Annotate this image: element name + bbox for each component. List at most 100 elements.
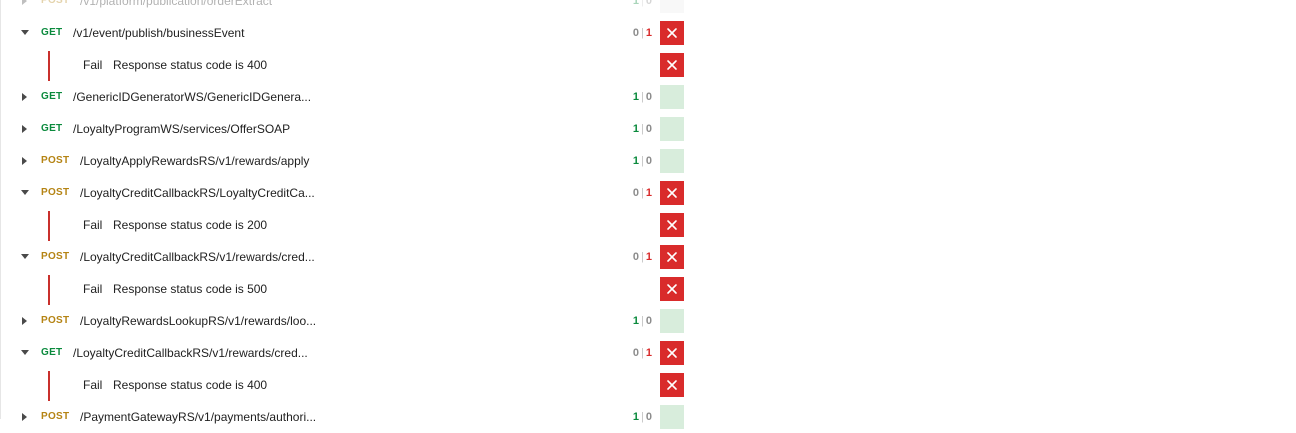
count-separator: | — [641, 251, 644, 263]
request-results-list: POST/v1/platform/publication/orderExtrac… — [0, 0, 690, 433]
fail-count: 0 — [645, 91, 652, 103]
chevron-down-icon[interactable] — [20, 348, 30, 358]
chevron-right-icon[interactable] — [20, 124, 30, 134]
test-counts: 0 | 1 — [633, 250, 652, 264]
count-separator: | — [641, 411, 644, 423]
request-method: GET — [41, 27, 63, 38]
close-icon — [666, 187, 678, 199]
request-path[interactable]: /LoyaltyCreditCallbackRS/v1/rewards/cred… — [80, 249, 315, 265]
fail-status-indicator — [660, 277, 684, 301]
request-path[interactable]: /LoyaltyCreditCallbackRS/LoyaltyCreditCa… — [80, 185, 315, 201]
request-path[interactable]: /PaymentGatewayRS/v1/payments/authori... — [80, 409, 316, 425]
chevron-right-icon[interactable] — [20, 412, 30, 422]
test-counts: 1 | 0 — [633, 90, 652, 104]
request-method: POST — [41, 187, 70, 198]
fail-count: 0 — [645, 315, 652, 327]
pass-count: 0 — [632, 347, 640, 359]
assertion-message: Response status code is 500 — [113, 282, 268, 296]
pass-count: 0 — [632, 251, 640, 263]
request-path[interactable]: /LoyaltyApplyRewardsRS/v1/rewards/apply — [80, 153, 309, 169]
fail-count: 0 — [645, 0, 652, 7]
fail-count: 0 — [645, 123, 652, 135]
request-method: GET — [41, 123, 63, 134]
chevron-right-icon[interactable] — [20, 156, 30, 166]
count-separator: | — [641, 315, 644, 327]
test-counts: 0 | 1 — [633, 26, 652, 40]
assertion-status-label: Fail — [83, 378, 103, 392]
assertion-message: Response status code is 400 — [113, 58, 268, 72]
count-separator: | — [641, 155, 644, 167]
request-path[interactable]: /LoyaltyProgramWS/services/OfferSOAP — [73, 121, 290, 137]
pass-count: 1 — [632, 315, 640, 327]
close-icon — [666, 283, 678, 295]
assertion-status-label: Fail — [83, 282, 103, 296]
fail-status-indicator — [660, 373, 684, 397]
test-counts: 1 | 0 — [633, 0, 652, 8]
request-path[interactable]: /GenericIDGeneratorWS/GenericIDGenera... — [73, 89, 311, 105]
fail-count: 1 — [645, 187, 652, 199]
request-method: GET — [41, 347, 63, 358]
close-icon — [666, 27, 678, 39]
request-row[interactable]: POST/LoyaltyApplyRewardsRS/v1/rewards/ap… — [0, 145, 690, 177]
request-path[interactable]: /LoyaltyRewardsLookupRS/v1/rewards/loo..… — [80, 313, 316, 329]
pass-count: 1 — [632, 0, 640, 7]
fail-count: 1 — [645, 347, 652, 359]
request-row[interactable]: POST/LoyaltyCreditCallbackRS/LoyaltyCred… — [0, 177, 690, 209]
fail-indicator-bar — [48, 211, 50, 241]
request-row[interactable]: GET/v1/event/publish/businessEvent 0 | 1 — [0, 17, 690, 49]
request-row[interactable]: POST/v1/platform/publication/orderExtrac… — [0, 0, 690, 17]
close-icon — [666, 59, 678, 71]
fail-indicator-bar — [48, 371, 50, 401]
request-method: POST — [41, 411, 70, 422]
pass-status-indicator — [660, 149, 684, 173]
test-counts: 1 | 0 — [633, 314, 652, 328]
pass-status-indicator — [660, 117, 684, 141]
count-separator: | — [641, 123, 644, 135]
fail-count: 0 — [645, 411, 652, 423]
pass-count: 1 — [632, 411, 640, 423]
count-separator: | — [641, 347, 644, 359]
close-icon — [666, 379, 678, 391]
assertion-status-label: Fail — [83, 218, 103, 232]
assertion-row: Fail Response status code is 400 — [0, 369, 690, 401]
assertion-row: Fail Response status code is 500 — [0, 273, 690, 305]
chevron-right-icon[interactable] — [20, 316, 30, 326]
request-row[interactable]: POST/LoyaltyCreditCallbackRS/v1/rewards/… — [0, 241, 690, 273]
test-counts: 1 | 0 — [633, 410, 652, 424]
request-row[interactable]: GET/LoyaltyCreditCallbackRS/v1/rewards/c… — [0, 337, 690, 369]
close-icon — [666, 251, 678, 263]
count-separator: | — [641, 27, 644, 39]
chevron-right-icon[interactable] — [20, 0, 30, 6]
pass-count: 0 — [632, 187, 640, 199]
count-separator: | — [641, 0, 644, 7]
fail-indicator-bar — [48, 51, 50, 81]
close-icon — [666, 219, 678, 231]
chevron-right-icon[interactable] — [20, 92, 30, 102]
fail-status-indicator — [660, 245, 684, 269]
fail-status-indicator — [660, 181, 684, 205]
request-path[interactable]: /v1/platform/publication/orderExtract — [80, 0, 272, 9]
chevron-down-icon[interactable] — [20, 188, 30, 198]
request-path[interactable]: /LoyaltyCreditCallbackRS/v1/rewards/cred… — [73, 345, 308, 361]
request-method: POST — [41, 0, 70, 6]
request-method: POST — [41, 251, 70, 262]
assertion-row: Fail Response status code is 200 — [0, 209, 690, 241]
fail-count: 1 — [645, 27, 652, 39]
test-counts: 0 | 1 — [633, 346, 652, 360]
pass-count: 0 — [632, 27, 640, 39]
request-row[interactable]: GET/GenericIDGeneratorWS/GenericIDGenera… — [0, 81, 690, 113]
request-path[interactable]: /v1/event/publish/businessEvent — [73, 25, 244, 41]
chevron-down-icon[interactable] — [20, 252, 30, 262]
request-method: POST — [41, 155, 70, 166]
fail-count: 0 — [645, 155, 652, 167]
request-row[interactable]: POST/PaymentGatewayRS/v1/payments/author… — [0, 401, 690, 433]
pass-status-indicator — [660, 85, 684, 109]
pass-status-indicator — [660, 309, 684, 333]
fail-status-indicator — [660, 213, 684, 237]
fail-count: 1 — [645, 251, 652, 263]
chevron-down-icon[interactable] — [20, 28, 30, 38]
fail-indicator-bar — [48, 275, 50, 305]
request-method: GET — [41, 91, 63, 102]
request-row[interactable]: POST/LoyaltyRewardsLookupRS/v1/rewards/l… — [0, 305, 690, 337]
request-row[interactable]: GET/LoyaltyProgramWS/services/OfferSOAP 1… — [0, 113, 690, 145]
